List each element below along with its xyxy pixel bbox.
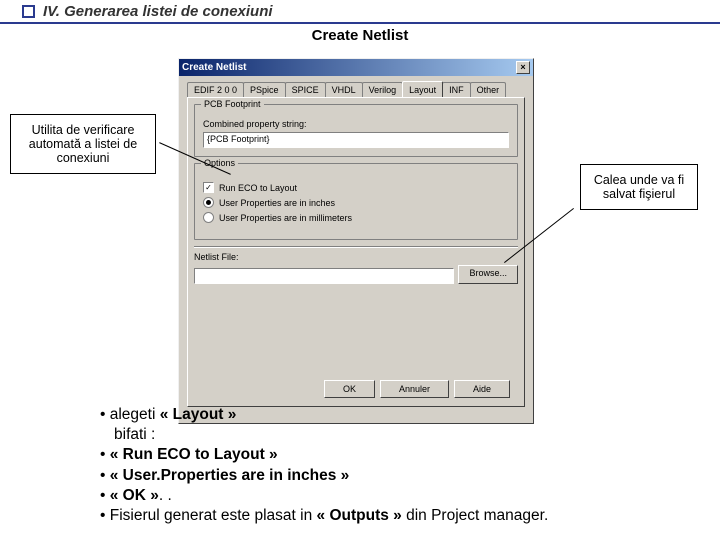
tab-layout[interactable]: Layout	[402, 81, 443, 97]
ok-button[interactable]: OK	[324, 380, 375, 398]
prop-string-label: Combined property string:	[203, 119, 509, 129]
callout-right: Calea unde va fi salvat fişierul	[580, 164, 698, 210]
tab-pspice[interactable]: PSpice	[243, 82, 286, 97]
tab-verilog[interactable]: Verilog	[362, 82, 404, 97]
close-icon[interactable]: ×	[516, 61, 530, 74]
instructions: • alegeti « Layout » bifati : • « Run EC…	[100, 405, 548, 526]
dialog-buttons: OK Annuler Aide	[324, 380, 510, 398]
check-run-eco[interactable]: ✓ Run ECO to Layout	[203, 182, 509, 193]
section-header: IV. Generarea listei de conexiuni	[0, 0, 720, 24]
divider	[194, 246, 518, 248]
group-legend: PCB Footprint	[201, 99, 264, 109]
prop-string-field[interactable]: {PCB Footprint}	[203, 132, 509, 148]
radio-icon	[203, 197, 214, 208]
group-options: Options ✓ Run ECO to Layout User Propert…	[194, 163, 518, 240]
netlist-file-field[interactable]	[194, 268, 454, 284]
help-button[interactable]: Aide	[454, 380, 510, 398]
radio-mm-label: User Properties are in millimeters	[219, 213, 352, 223]
tab-inf[interactable]: INF	[442, 82, 471, 97]
tabbar: EDIF 2 0 0 PSpice SPICE VHDL Verilog Lay…	[179, 76, 533, 97]
tab-content: PCB Footprint Combined property string: …	[187, 97, 525, 407]
radio-inches-label: User Properties are in inches	[219, 198, 335, 208]
radio-inches[interactable]: User Properties are in inches	[203, 197, 509, 208]
callout-left: Utilita de verificare automată a listei …	[10, 114, 156, 174]
titlebar[interactable]: Create Netlist ×	[179, 59, 533, 76]
header-bullet	[22, 5, 35, 18]
tab-other[interactable]: Other	[470, 82, 507, 97]
radio-mm[interactable]: User Properties are in millimeters	[203, 212, 509, 223]
dialog-title: Create Netlist	[182, 62, 246, 73]
radio-icon	[203, 212, 214, 223]
create-netlist-dialog: Create Netlist × EDIF 2 0 0 PSpice SPICE…	[178, 58, 534, 424]
checkbox-icon: ✓	[203, 182, 214, 193]
browse-button[interactable]: Browse...	[458, 265, 518, 284]
subtitle: Create Netlist	[0, 24, 720, 45]
tab-vhdl[interactable]: VHDL	[325, 82, 363, 97]
run-eco-label: Run ECO to Layout	[219, 183, 297, 193]
cancel-button[interactable]: Annuler	[380, 380, 449, 398]
tab-edif[interactable]: EDIF 2 0 0	[187, 82, 244, 97]
netlist-file-label: Netlist File:	[194, 252, 518, 262]
tab-spice[interactable]: SPICE	[285, 82, 326, 97]
page-title: IV. Generarea listei de conexiuni	[43, 3, 273, 20]
group-pcb-footprint: PCB Footprint Combined property string: …	[194, 104, 518, 157]
